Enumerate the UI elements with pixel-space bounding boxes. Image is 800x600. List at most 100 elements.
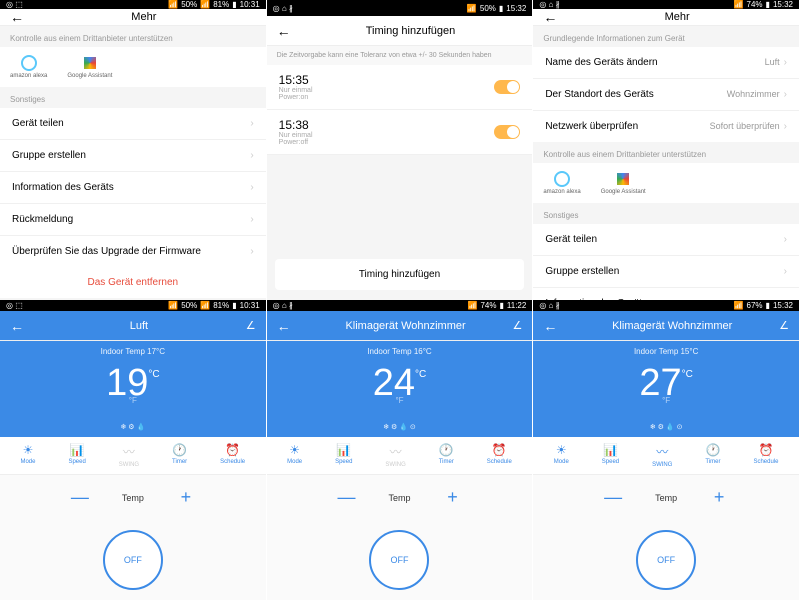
list-item[interactable]: Gerät teilen›: [0, 108, 266, 140]
status-icons: ❄ ⚙ 💧 ⊙: [533, 423, 799, 437]
mode-button[interactable]: ☀Mode: [20, 443, 35, 468]
status-bar: ◎ ⌂ ∦ 📶74%▮15:32: [533, 0, 799, 9]
swing-button[interactable]: 〰SWING: [119, 443, 139, 468]
list-item[interactable]: Gerät teilen›: [533, 224, 799, 256]
chevron-right-icon: ›: [250, 214, 253, 225]
list-item[interactable]: Überprüfen Sie das Upgrade der Firmware›: [0, 236, 266, 267]
page-title: Timing hinzufügen: [299, 25, 523, 37]
section-label: Sonstiges: [533, 203, 799, 224]
chevron-right-icon: ›: [250, 246, 253, 257]
mode-bar: ☀Mode 📊Speed 〰SWING 🕐Timer ⏰Schedule: [533, 437, 799, 475]
header: ← Timing hinzufügen: [267, 16, 533, 46]
tolerance-note: Die Zeitvorgabe kann eine Toleranz von e…: [267, 46, 533, 65]
list-item[interactable]: Gruppe erstellen›: [0, 140, 266, 172]
temp-plus-button[interactable]: +: [707, 487, 731, 508]
timer-button[interactable]: 🕐Timer: [439, 443, 454, 468]
toggle[interactable]: [494, 125, 520, 139]
status-bar: ◎ ⬚ 📶50%📶81%▮10:31: [0, 0, 266, 9]
google-button[interactable]: Google Assistant: [601, 171, 646, 195]
chevron-right-icon: ›: [784, 266, 787, 277]
temperature-display: 24°C°F: [267, 358, 533, 423]
temp-plus-button[interactable]: +: [441, 487, 465, 508]
back-icon[interactable]: ←: [277, 318, 291, 334]
speed-button[interactable]: 📊Speed: [68, 443, 85, 468]
add-timing-button[interactable]: Timing hinzufügen: [275, 259, 525, 290]
chevron-right-icon: ›: [784, 234, 787, 245]
power-button[interactable]: OFF: [636, 530, 696, 590]
remove-device-button[interactable]: Das Gerät entfernen: [0, 267, 266, 298]
assistants: amazon alexa Google Assistant: [0, 47, 266, 87]
power-button[interactable]: OFF: [103, 530, 163, 590]
screen-timing: ◎ ⌂ ∦ 📶50%▮15:32 ← Timing hinzufügen Die…: [267, 0, 534, 300]
header: ← Klimagerät Wohnzimmer ∠: [533, 311, 799, 341]
back-icon[interactable]: ←: [10, 9, 24, 25]
edit-icon[interactable]: ∠: [779, 319, 789, 332]
list-item[interactable]: Name des Geräts ändernLuft›: [533, 47, 799, 79]
section-label: Grundlegende Informationen zum Gerät: [533, 26, 799, 47]
temp-minus-button[interactable]: —: [601, 487, 625, 508]
temp-plus-button[interactable]: +: [174, 487, 198, 508]
status-bar: ◎ ⬚ 📶50%📶81%▮10:31: [0, 300, 266, 311]
back-icon[interactable]: ←: [277, 23, 291, 39]
edit-icon[interactable]: ∠: [512, 319, 522, 332]
google-button[interactable]: Google Assistant: [67, 55, 112, 79]
swing-button[interactable]: 〰SWING: [385, 443, 405, 468]
temp-control: — Temp +: [533, 475, 799, 520]
timing-row[interactable]: 15:35Nur einmalPower:on: [267, 65, 533, 110]
screen-climate-1: ◎ ⬚ 📶50%📶81%▮10:31 ← Luft ∠ Indoor Temp …: [0, 300, 267, 600]
mode-bar: ☀Mode 📊Speed 〰SWING 🕐Timer ⏰Schedule: [0, 437, 266, 475]
list-item[interactable]: Information des Geräts›: [0, 172, 266, 204]
schedule-button[interactable]: ⏰Schedule: [487, 443, 512, 468]
section-label: Kontrolle aus einem Drittanbieter unters…: [0, 26, 266, 47]
list-item[interactable]: Netzwerk überprüfenSofort überprüfen›: [533, 111, 799, 142]
timing-row[interactable]: 15:38Nur einmalPower:off: [267, 110, 533, 155]
chevron-right-icon: ›: [784, 121, 787, 132]
alexa-button[interactable]: amazon alexa: [543, 171, 580, 195]
speed-button[interactable]: 📊Speed: [602, 443, 619, 468]
section-label: Kontrolle aus einem Drittanbieter unters…: [533, 142, 799, 163]
screen-climate-2: ◎ ⌂ ∦ 📶74%▮11:22 ← Klimagerät Wohnzimmer…: [267, 300, 534, 600]
list-item[interactable]: Rückmeldung›: [0, 204, 266, 236]
list-item[interactable]: Gruppe erstellen›: [533, 256, 799, 288]
screen-mehr-2: ◎ ⌂ ∦ 📶74%▮15:32 ← Mehr Grundlegende Inf…: [533, 0, 800, 300]
swing-button[interactable]: 〰SWING: [652, 443, 672, 468]
page-title: Klimagerät Wohnzimmer: [299, 320, 513, 332]
page-title: Mehr: [565, 11, 789, 23]
chevron-right-icon: ›: [250, 118, 253, 129]
status-icons: ❄ ⚙ 💧 ⊙: [267, 423, 533, 437]
alexa-button[interactable]: amazon alexa: [10, 55, 47, 79]
status-bar: ◎ ⌂ ∦ 📶74%▮11:22: [267, 300, 533, 311]
power-button[interactable]: OFF: [369, 530, 429, 590]
header: ← Luft ∠: [0, 311, 266, 341]
back-icon[interactable]: ←: [10, 318, 24, 334]
chevron-right-icon: ›: [784, 89, 787, 100]
status-icons: ❄ ⚙ 💧: [0, 423, 266, 437]
speed-button[interactable]: 📊Speed: [335, 443, 352, 468]
page-title: Luft: [32, 320, 246, 332]
temp-minus-button[interactable]: —: [334, 487, 358, 508]
temp-minus-button[interactable]: —: [68, 487, 92, 508]
edit-icon[interactable]: ∠: [246, 319, 256, 332]
toggle[interactable]: [494, 80, 520, 94]
list-item[interactable]: Der Standort des GerätsWohnzimmer›: [533, 79, 799, 111]
header: ← Mehr: [0, 9, 266, 26]
indoor-temp: Indoor Temp 17°C: [0, 341, 266, 358]
header: ← Mehr: [533, 9, 799, 26]
back-icon[interactable]: ←: [543, 9, 557, 25]
back-icon[interactable]: ←: [543, 318, 557, 334]
temperature-display: 27°C°F: [533, 358, 799, 423]
header: ← Klimagerät Wohnzimmer ∠: [267, 311, 533, 341]
timer-button[interactable]: 🕐Timer: [172, 443, 187, 468]
section-label: Sonstiges: [0, 87, 266, 108]
schedule-button[interactable]: ⏰Schedule: [753, 443, 778, 468]
schedule-button[interactable]: ⏰Schedule: [220, 443, 245, 468]
timer-button[interactable]: 🕐Timer: [705, 443, 720, 468]
chevron-right-icon: ›: [784, 57, 787, 68]
list-item[interactable]: Information des Geräts›: [533, 288, 799, 300]
mode-button[interactable]: ☀Mode: [287, 443, 302, 468]
screen-climate-3: ◎ ⌂ ∦ 📶67%▮15:32 ← Klimagerät Wohnzimmer…: [533, 300, 800, 600]
temp-control: — Temp +: [267, 475, 533, 520]
mode-button[interactable]: ☀Mode: [554, 443, 569, 468]
page-title: Mehr: [32, 11, 256, 23]
mode-bar: ☀Mode 📊Speed 〰SWING 🕐Timer ⏰Schedule: [267, 437, 533, 475]
